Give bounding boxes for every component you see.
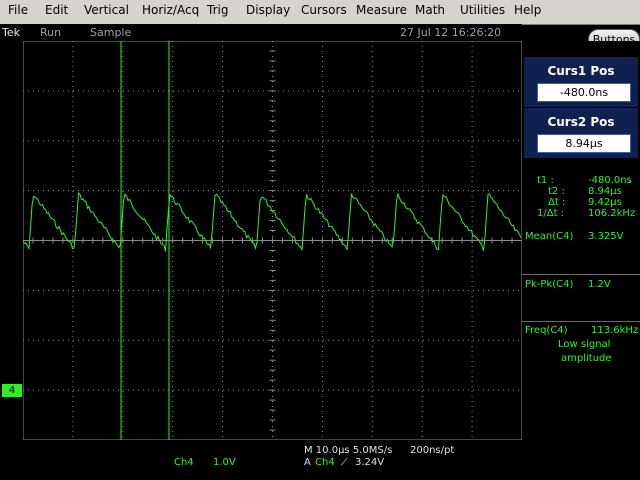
mean-label: Mean(C4) [525,231,574,242]
waveform-display[interactable] [23,41,522,440]
cursor1-box: Curs1 Pos -480.0ns [524,57,638,107]
datetime: 27 Jul 12 16:26:20 [400,26,502,39]
readout-t1-value: -480.0ns [588,175,632,186]
status-bar: Tek Run Sample 27 Jul 12 16:26:20 [0,24,522,41]
menu-cursors[interactable]: Cursors [301,3,347,17]
cursor2-box: Curs2 Pos 8.94µs [524,108,638,158]
menu-horiz-acq[interactable]: Horiz/Acq [142,3,199,17]
mean-value: 3.325V [588,231,624,242]
cursor-measurement-panel: Curs1 Pos -480.0ns Curs2 Pos 8.94µs t1 :… [522,41,640,440]
bottom-info-bar: M 10.0µs 5.0MS/s 200ns/pt Ch4 1.0V A Ch4… [0,440,640,480]
run-state: Run [40,26,62,39]
readout-dt-label: Δt : [548,197,566,208]
menu-vertical[interactable]: Vertical [84,3,129,17]
readout-t2-label: t2 : [548,186,565,197]
trigger-level: 3.24V [355,457,385,468]
measurement-divider [522,321,640,322]
menu-math[interactable]: Math [415,3,445,17]
pkpk-label: Pk-Pk(C4) [525,279,574,290]
trigger-slope-icon: ⟋ [341,457,348,468]
menu-display[interactable]: Display [246,3,290,17]
freq-value: 113.6kHz [591,325,639,336]
cursor2-title: Curs2 Pos [547,115,615,129]
trigger-source-prefix: A [304,457,311,468]
readout-dt-value: 9.42µs [588,197,622,208]
menu-bar: File Edit Vertical Horiz/Acq Trig Displa… [0,0,640,25]
menu-measure[interactable]: Measure [356,3,407,17]
readout-t1-label: t1 : [537,175,554,186]
menu-utilities[interactable]: Utilities [460,3,505,17]
cursor1-position-field[interactable]: -480.0ns [537,83,631,102]
readout-inv-dt-value: 106.2kHz [588,208,636,219]
ch4-ground-marker[interactable]: 4 [2,384,22,397]
timebase-readout: M 10.0µs 5.0MS/s [304,445,393,456]
trigger-channel: Ch4 [315,457,335,468]
brand-label: Tek [2,26,20,39]
menu-edit[interactable]: Edit [45,3,68,17]
readout-inv-dt-label: 1/Δt : [537,208,565,219]
freq-warning-line1: Low signal [558,339,611,350]
pkpk-value: 1.2V [588,279,611,290]
cursor2-position-field[interactable]: 8.94µs [537,134,631,153]
freq-warning-line2: amplitude [561,353,612,364]
readout-t2-value: 8.94µs [588,186,622,197]
menu-file[interactable]: File [8,3,28,17]
menu-help[interactable]: Help [514,3,541,17]
resolution-readout: 200ns/pt [410,445,455,456]
freq-label: Freq(C4) [525,325,568,336]
cursor1-title: Curs1 Pos [547,64,615,78]
measurement-divider [522,274,640,275]
channel-scale[interactable]: 1.0V [213,457,236,468]
menu-trig[interactable]: Trig [207,3,228,17]
acquisition-mode: Sample [90,26,132,39]
channel-name[interactable]: Ch4 [174,457,194,468]
graticule-grid [23,41,522,440]
